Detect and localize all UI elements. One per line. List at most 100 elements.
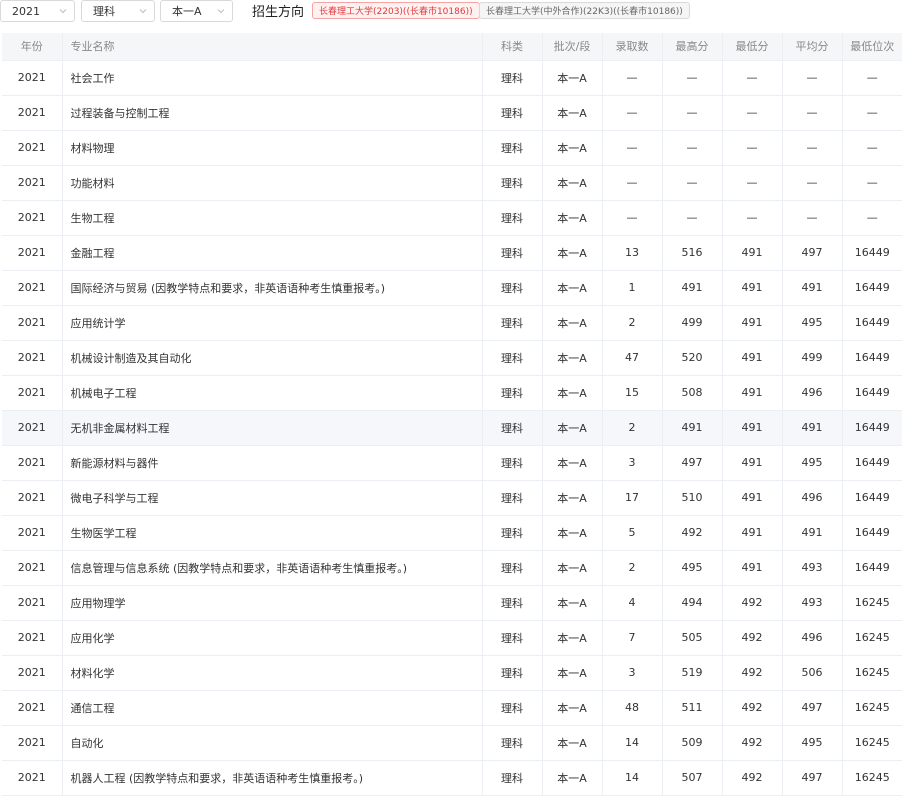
cell-avg-score: 495 [782, 445, 843, 481]
cell-max-score: 516 [662, 235, 723, 271]
cell-major: 应用化学 [62, 620, 483, 656]
year-select[interactable]: 2021 [0, 0, 75, 22]
cell-admitted: 1 [602, 270, 663, 306]
cell-category: 理科 [482, 480, 543, 516]
cell-avg-score: — [782, 130, 843, 166]
cell-min-rank: 16245 [842, 585, 902, 621]
cell-avg-score: — [782, 165, 843, 201]
cell-category: 理科 [482, 305, 543, 341]
cell-min-score: 491 [722, 445, 783, 481]
cell-major: 机械设计制造及其自动化 [62, 340, 483, 376]
cell-avg-score: 493 [782, 585, 843, 621]
chevron-down-icon [59, 7, 67, 15]
cell-min-score: 491 [722, 515, 783, 551]
cell-min-rank: 16449 [842, 515, 902, 551]
cell-min-score: 491 [722, 340, 783, 376]
header-min-rank: 最低位次 [842, 33, 902, 61]
cell-year: 2021 [2, 410, 63, 446]
cell-batch: 本一A [542, 760, 603, 796]
cell-batch: 本一A [542, 690, 603, 726]
cell-max-score: 491 [662, 270, 723, 306]
cell-min-score: 491 [722, 410, 783, 446]
cell-max-score: — [662, 165, 723, 201]
cell-major: 生物医学工程 [62, 515, 483, 551]
cell-avg-score: 497 [782, 760, 843, 796]
cell-batch: 本一A [542, 620, 603, 656]
cell-major: 材料物理 [62, 130, 483, 166]
cell-category: 理科 [482, 620, 543, 656]
direction-label: 招生方向 [252, 5, 305, 20]
cell-batch: 本一A [542, 410, 603, 446]
cell-admitted: — [602, 130, 663, 166]
cell-min-score: — [722, 200, 783, 236]
cell-min-score: — [722, 130, 783, 166]
cell-year: 2021 [2, 60, 63, 96]
cell-min-rank: 16449 [842, 270, 902, 306]
cell-avg-score: 496 [782, 375, 843, 411]
cell-batch: 本一A [542, 515, 603, 551]
cell-batch: 本一A [542, 130, 603, 166]
cell-min-score: 491 [722, 375, 783, 411]
cell-batch: 本一A [542, 95, 603, 131]
cell-avg-score: 499 [782, 340, 843, 376]
cell-year: 2021 [2, 445, 63, 481]
cell-year: 2021 [2, 340, 63, 376]
cell-admitted: — [602, 165, 663, 201]
cell-max-score: 494 [662, 585, 723, 621]
table-row: 2021 无机非金属材料工程 理科 本一A 2 491 491 491 16449 [2, 410, 902, 446]
cell-category: 理科 [482, 60, 543, 96]
header-min-score: 最低分 [722, 33, 783, 61]
cell-batch: 本一A [542, 550, 603, 586]
table-row: 2021 机械电子工程 理科 本一A 15 508 491 496 16449 [2, 375, 902, 411]
header-category: 科类 [482, 33, 543, 61]
cell-category: 理科 [482, 585, 543, 621]
table-row: 2021 机器人工程 (因教学特点和要求，非英语语种考生慎重报考。) 理科 本一A 14… [2, 760, 902, 796]
cell-batch: 本一A [542, 60, 603, 96]
cell-admitted: 13 [602, 235, 663, 271]
direction-tag-joint[interactable]: 长春理工大学(中外合作)(22K3)((长春市10186)) [479, 2, 690, 19]
cell-avg-score: 497 [782, 690, 843, 726]
cell-max-score: 507 [662, 760, 723, 796]
cell-category: 理科 [482, 690, 543, 726]
cell-avg-score: 495 [782, 305, 843, 341]
direction-tag-main[interactable]: 长春理工大学(2203)((长春市10186)) [312, 2, 480, 19]
cell-min-rank: 16449 [842, 480, 902, 516]
cell-major: 通信工程 [62, 690, 483, 726]
cell-year: 2021 [2, 480, 63, 516]
cell-batch: 本一A [542, 305, 603, 341]
cell-avg-score: 496 [782, 620, 843, 656]
cell-min-score: 492 [722, 585, 783, 621]
cell-min-score: 491 [722, 480, 783, 516]
cell-min-score: 491 [722, 270, 783, 306]
cell-min-rank: 16449 [842, 410, 902, 446]
cell-min-rank: 16245 [842, 760, 902, 796]
cell-admitted: — [602, 200, 663, 236]
category-select[interactable]: 理科 [81, 0, 155, 22]
table-header-row: 年份 专业名称 科类 批次/段 录取数 最高分 最低分 平均分 最低位次 [2, 33, 902, 61]
table-row: 2021 机械设计制造及其自动化 理科 本一A 47 520 491 499 16449 [2, 340, 902, 376]
cell-category: 理科 [482, 270, 543, 306]
cell-max-score: 509 [662, 725, 723, 761]
cell-major: 社会工作 [62, 60, 483, 96]
cell-min-rank: — [842, 165, 902, 201]
cell-admitted: — [602, 60, 663, 96]
table-row: 2021 国际经济与贸易 (因教学特点和要求，非英语语种考生慎重报考。) 理科 本一A… [2, 270, 902, 306]
batch-select[interactable]: 本一A [160, 0, 233, 22]
cell-batch: 本一A [542, 375, 603, 411]
table-row: 2021 材料化学 理科 本一A 3 519 492 506 16245 [2, 655, 902, 691]
cell-category: 理科 [482, 165, 543, 201]
cell-min-rank: — [842, 130, 902, 166]
cell-min-rank: — [842, 60, 902, 96]
cell-min-score: 491 [722, 305, 783, 341]
cell-major: 微电子科学与工程 [62, 480, 483, 516]
cell-category: 理科 [482, 760, 543, 796]
cell-year: 2021 [2, 95, 63, 131]
cell-min-score: — [722, 60, 783, 96]
cell-category: 理科 [482, 515, 543, 551]
cell-year: 2021 [2, 690, 63, 726]
cell-year: 2021 [2, 165, 63, 201]
cell-category: 理科 [482, 410, 543, 446]
header-batch: 批次/段 [542, 33, 603, 61]
table-row: 2021 微电子科学与工程 理科 本一A 17 510 491 496 16449 [2, 480, 902, 516]
cell-major: 应用物理学 [62, 585, 483, 621]
